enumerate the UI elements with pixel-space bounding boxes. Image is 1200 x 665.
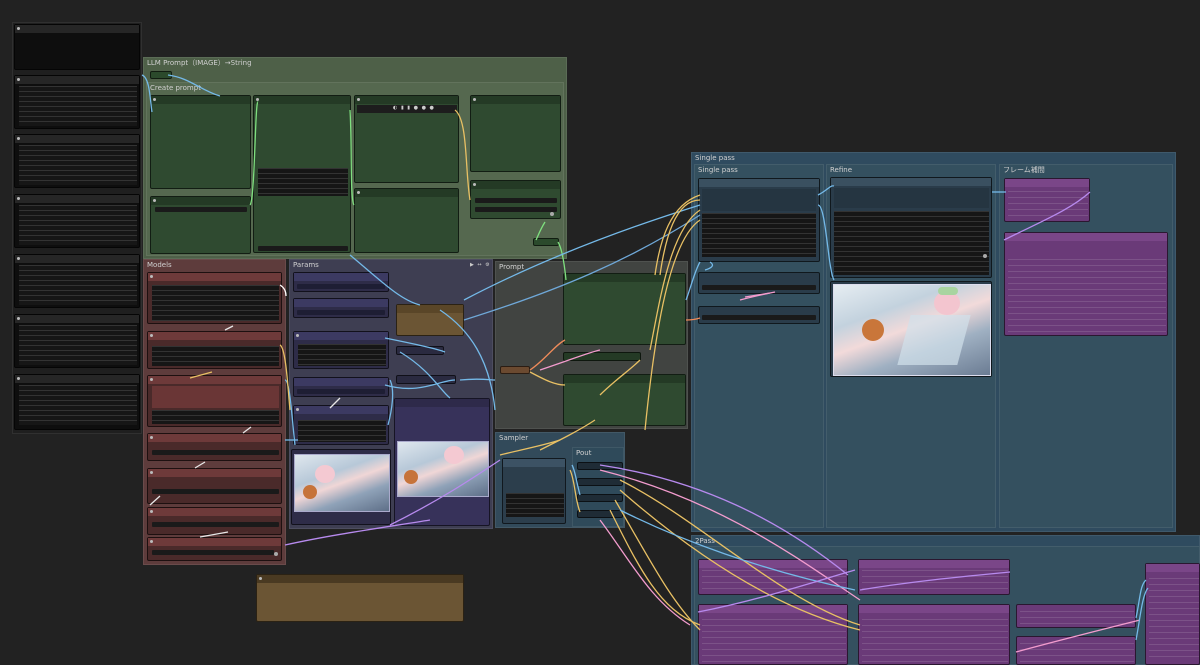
node-wires — [141, 74, 1149, 653]
